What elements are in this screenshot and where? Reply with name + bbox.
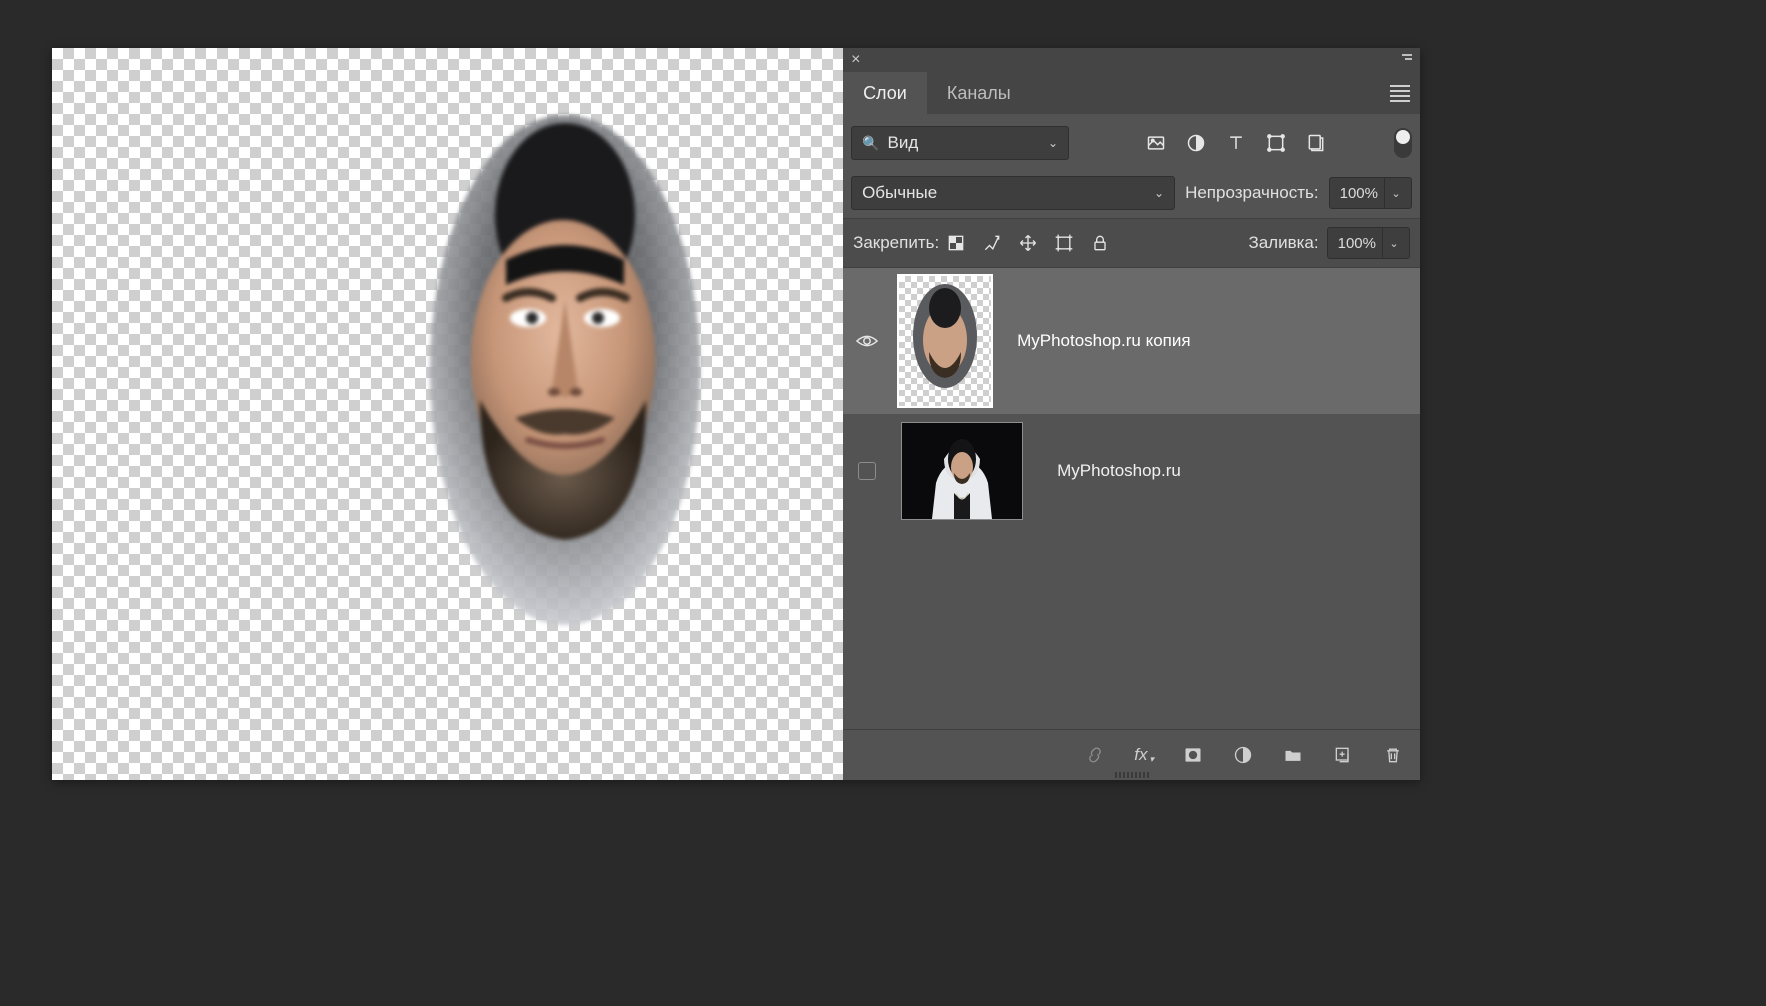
chevron-down-icon[interactable]: ⌄ (1382, 228, 1405, 258)
layer-visibility-toggle[interactable] (851, 462, 883, 480)
layer-effects-button[interactable]: fx▾ (1134, 745, 1154, 765)
opacity-label: Непрозрачность: (1185, 183, 1319, 203)
close-panel-icon[interactable]: × (851, 52, 860, 68)
filter-shape-icon[interactable] (1265, 132, 1287, 154)
add-adjustment-icon[interactable] (1232, 744, 1254, 766)
tab-channels[interactable]: Каналы (927, 72, 1031, 114)
photoshop-workspace: × Слои Каналы 🔍 Вид ⌄ (52, 48, 1420, 780)
opacity-value: 100% (1340, 185, 1378, 202)
layer-thumbnail[interactable] (897, 274, 993, 408)
layer-visibility-toggle[interactable] (851, 333, 883, 349)
chevron-down-icon: ⌄ (1154, 186, 1164, 200)
lock-transparency-icon[interactable] (945, 232, 967, 254)
lock-position-icon[interactable] (1017, 232, 1039, 254)
add-mask-icon[interactable] (1182, 744, 1204, 766)
layer-row[interactable]: MyPhotoshop.ru (843, 416, 1420, 526)
opacity-value-input[interactable]: 100% ⌄ (1329, 177, 1412, 209)
fill-label: Заливка: (1248, 233, 1318, 253)
panel-titlebar: × (843, 48, 1420, 72)
layer-filter-kind-label: Вид (888, 133, 919, 153)
search-icon: 🔍 (862, 135, 879, 152)
filter-smart-icon[interactable] (1305, 132, 1327, 154)
layer-name[interactable]: MyPhotoshop.ru копия (1017, 331, 1191, 351)
layer-filter-icons (1145, 132, 1327, 154)
link-layers-icon[interactable] (1084, 744, 1106, 766)
filter-pixel-icon[interactable] (1145, 132, 1167, 154)
filter-adjust-icon[interactable] (1185, 132, 1207, 154)
panel-tabs: Слои Каналы (843, 72, 1420, 114)
document-canvas[interactable] (52, 48, 843, 780)
collapse-panel-icon[interactable] (1394, 54, 1412, 66)
fill-value: 100% (1338, 235, 1376, 252)
layer-name[interactable]: MyPhotoshop.ru (1057, 461, 1181, 481)
lock-all-icon[interactable] (1089, 232, 1111, 254)
layer-filter-kind-dropdown[interactable]: 🔍 Вид ⌄ (851, 126, 1069, 160)
layers-list: MyPhotoshop.ru копия (843, 268, 1420, 729)
lock-artboard-icon[interactable] (1053, 232, 1075, 254)
panel-menu-icon[interactable] (1390, 85, 1410, 102)
fill-value-input[interactable]: 100% ⌄ (1327, 227, 1410, 259)
layer-row[interactable]: MyPhotoshop.ru копия (843, 268, 1420, 414)
chevron-down-icon: ⌄ (1048, 136, 1058, 150)
lock-label: Закрепить: (853, 233, 939, 253)
blend-mode-label: Обычные (862, 183, 937, 203)
tab-layers[interactable]: Слои (843, 72, 927, 114)
panel-resize-grip[interactable] (1115, 772, 1149, 778)
chevron-down-icon[interactable]: ⌄ (1384, 178, 1407, 208)
filter-text-icon[interactable] (1225, 132, 1247, 154)
delete-layer-icon[interactable] (1382, 744, 1404, 766)
blend-mode-dropdown[interactable]: Обычные ⌄ (851, 176, 1175, 210)
layer-thumbnail[interactable] (901, 422, 1023, 520)
canvas-subject (420, 100, 710, 648)
layer-filter-toggle[interactable] (1394, 128, 1412, 158)
add-group-icon[interactable] (1282, 744, 1304, 766)
layers-panel: × Слои Каналы 🔍 Вид ⌄ (843, 48, 1420, 780)
new-layer-icon[interactable] (1332, 744, 1354, 766)
lock-pixels-icon[interactable] (981, 232, 1003, 254)
